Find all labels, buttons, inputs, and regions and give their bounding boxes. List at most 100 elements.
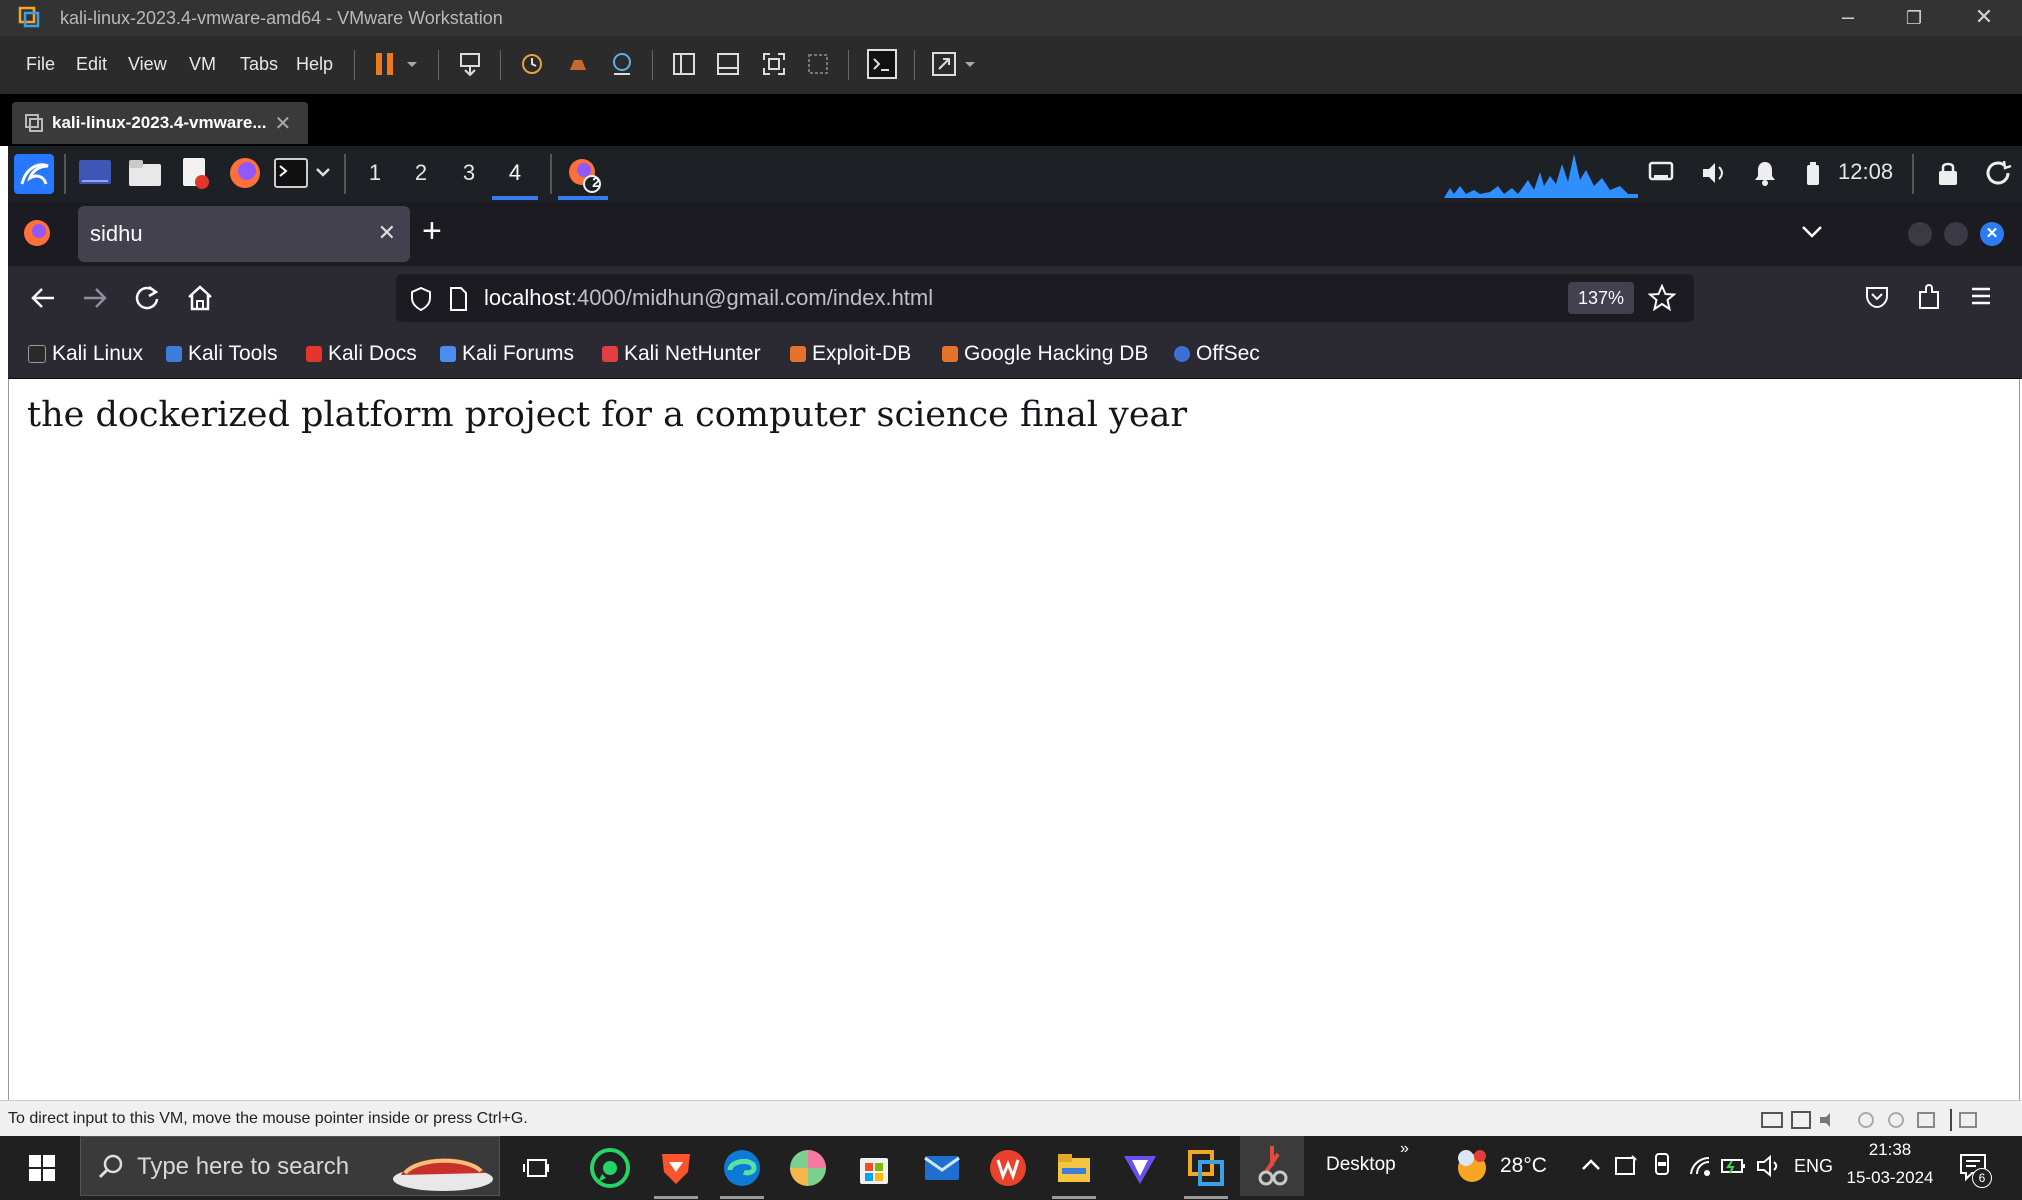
taskbar-clock[interactable]: 21:38 — [1848, 1140, 1932, 1160]
bookmark-kali-linux[interactable]: Kali Linux — [28, 342, 143, 366]
device-status-icons[interactable] — [1760, 1109, 1980, 1131]
reload-icon[interactable] — [134, 284, 160, 312]
url-text[interactable]: localhost:4000/midhun@gmail.com/index.ht… — [484, 285, 933, 311]
text-editor-icon[interactable] — [180, 156, 212, 190]
send-ctrl-alt-del-icon[interactable] — [456, 50, 484, 78]
weather-icon[interactable] — [1452, 1146, 1492, 1186]
toolbar-expand-icon[interactable]: » — [1400, 1140, 1409, 1158]
list-all-tabs-icon[interactable] — [1800, 222, 1824, 242]
whatsapp-icon[interactable] — [588, 1146, 632, 1190]
thumbnail-view-icon[interactable] — [714, 50, 742, 78]
taskbar-date[interactable]: 15-03-2024 — [1846, 1168, 1934, 1188]
workspace-2[interactable]: 2 — [406, 160, 436, 186]
bookmark-google-hacking-db[interactable]: Google Hacking DB — [942, 342, 1148, 366]
battery-charging-icon[interactable] — [1720, 1154, 1748, 1178]
windows-start-icon[interactable] — [28, 1154, 56, 1182]
speaker-icon[interactable] — [1756, 1154, 1782, 1178]
back-icon[interactable] — [30, 286, 56, 310]
lock-screen-icon[interactable] — [1936, 160, 1960, 186]
file-manager-icon[interactable] — [128, 158, 162, 188]
volume-icon[interactable] — [1700, 160, 1728, 186]
vm-tab[interactable]: kali-linux-2023.4-vmware... ✕ — [12, 102, 308, 144]
pause-icon[interactable] — [372, 50, 400, 78]
snipping-tool-icon[interactable] — [1240, 1136, 1304, 1196]
close-tab-icon[interactable]: ✕ — [275, 111, 292, 136]
snapshot-manager-icon[interactable] — [608, 50, 636, 78]
battery-icon[interactable] — [1804, 160, 1822, 186]
library-view-icon[interactable] — [670, 50, 698, 78]
firefox-view-icon[interactable] — [22, 218, 52, 248]
tray-app-icon[interactable] — [1614, 1154, 1638, 1178]
weather-temperature[interactable]: 28°C — [1500, 1154, 1547, 1178]
pause-dropdown-icon[interactable] — [404, 50, 420, 78]
menu-view[interactable]: View — [128, 54, 167, 75]
minimize-button[interactable]: – — [1818, 4, 1878, 30]
console-view-icon[interactable] — [866, 48, 898, 80]
vmware-workstation-taskbar-icon[interactable] — [1184, 1146, 1228, 1190]
bookmark-star-icon[interactable] — [1648, 284, 1676, 312]
tracking-protection-shield-icon[interactable] — [410, 286, 432, 312]
page-info-icon[interactable] — [448, 286, 468, 312]
maximize-browser-button[interactable] — [1944, 222, 1968, 246]
vpn-app-icon[interactable] — [1118, 1146, 1162, 1190]
forward-icon[interactable] — [82, 286, 108, 310]
meet-now-icon[interactable] — [1652, 1152, 1672, 1178]
workspace-3[interactable]: 3 — [454, 160, 484, 186]
revert-snapshot-icon[interactable] — [564, 50, 592, 78]
unity-icon[interactable] — [804, 50, 832, 78]
bookmark-offsec[interactable]: OffSec — [1174, 342, 1260, 366]
close-browser-button[interactable]: ✕ — [1980, 222, 2004, 246]
wps-office-icon[interactable] — [986, 1146, 1030, 1190]
close-tab-button[interactable]: ✕ — [378, 220, 396, 246]
file-explorer-icon[interactable] — [1052, 1146, 1096, 1190]
edge-browser-icon[interactable] — [720, 1146, 764, 1190]
menu-edit[interactable]: Edit — [76, 54, 107, 75]
browser-tab[interactable]: sidhu ✕ — [78, 206, 410, 262]
task-view-icon[interactable] — [522, 1154, 550, 1182]
stretch-dropdown-icon[interactable] — [962, 50, 978, 78]
panel-clock[interactable]: 12:08 — [1838, 159, 1893, 185]
bookmark-kali-tools[interactable]: Kali Tools — [166, 342, 278, 366]
full-screen-icon[interactable] — [760, 50, 788, 78]
desktop-toolbar-label[interactable]: Desktop — [1326, 1154, 1396, 1176]
screen-icon[interactable] — [1648, 160, 1676, 186]
bookmark-kali-docs[interactable]: Kali Docs — [306, 342, 417, 366]
workspace-4-active[interactable]: 4 — [500, 160, 530, 186]
menu-vm[interactable]: VM — [189, 54, 216, 75]
url-bar[interactable]: localhost:4000/midhun@gmail.com/index.ht… — [396, 274, 1694, 322]
minimize-browser-button[interactable] — [1908, 222, 1932, 246]
pocket-icon[interactable] — [1864, 284, 1890, 310]
app-menu-icon[interactable] — [1970, 286, 1992, 306]
terminal-dropdown-icon[interactable] — [314, 160, 332, 184]
kali-menu-icon[interactable] — [14, 154, 54, 194]
zoom-indicator[interactable]: 137% — [1568, 282, 1635, 314]
home-icon[interactable] — [186, 284, 214, 312]
menu-tabs[interactable]: Tabs — [240, 54, 278, 75]
taskbar-search-box[interactable]: Type here to search — [80, 1136, 500, 1196]
workspace-1[interactable]: 1 — [360, 160, 390, 186]
show-desktop-icon[interactable] — [78, 158, 112, 188]
nethunter-icon — [602, 346, 618, 362]
firefox-launcher-icon[interactable] — [228, 156, 262, 190]
wifi-icon[interactable] — [1688, 1154, 1714, 1178]
restore-button[interactable]: ❐ — [1884, 8, 1944, 29]
new-tab-button[interactable]: + — [422, 214, 442, 248]
bookmark-exploit-db[interactable]: Exploit-DB — [790, 342, 911, 366]
microsoft-store-icon[interactable] — [852, 1146, 896, 1190]
stretch-guest-icon[interactable] — [930, 50, 958, 78]
brave-browser-icon[interactable] — [654, 1146, 698, 1190]
mail-icon[interactable] — [920, 1146, 964, 1190]
bookmark-kali-forums[interactable]: Kali Forums — [440, 342, 574, 366]
chromium-app-icon[interactable] — [786, 1146, 830, 1190]
power-icon[interactable] — [1986, 160, 2012, 186]
menu-help[interactable]: Help — [296, 54, 333, 75]
notifications-bell-icon[interactable] — [1752, 160, 1778, 186]
close-window-button[interactable]: ✕ — [1954, 4, 2014, 30]
menu-file[interactable]: File — [26, 54, 55, 75]
terminal-launcher-icon[interactable] — [274, 158, 308, 188]
language-indicator[interactable]: ENG — [1794, 1156, 1833, 1177]
bookmark-kali-nethunter[interactable]: Kali NetHunter — [602, 342, 761, 366]
extensions-icon[interactable] — [1916, 282, 1942, 310]
snapshot-icon[interactable] — [518, 50, 546, 78]
show-hidden-icons-chevron-icon[interactable] — [1580, 1154, 1602, 1176]
